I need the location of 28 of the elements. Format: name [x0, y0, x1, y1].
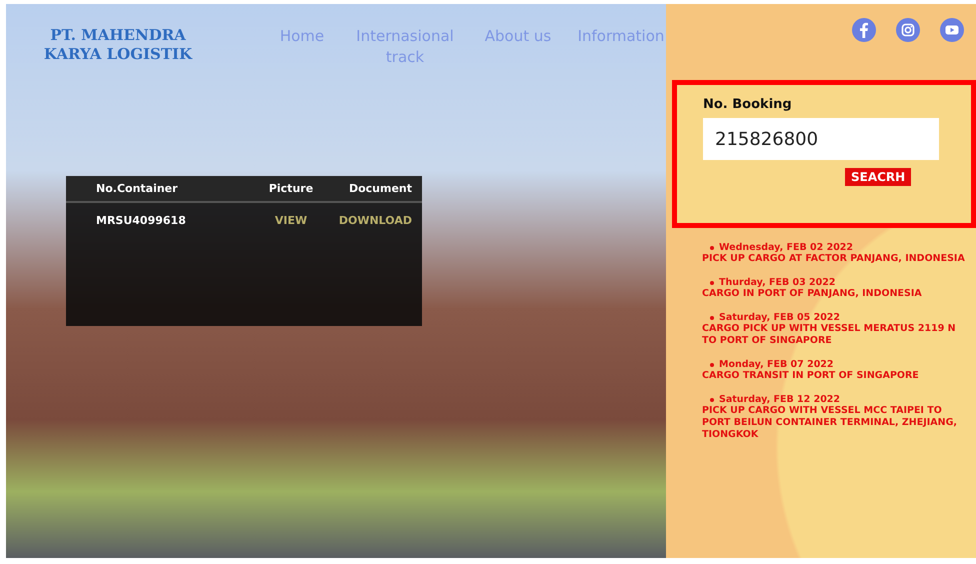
- event-date: Monday, FEB 07 2022: [719, 359, 834, 370]
- event-text: PICK UP CARGO AT FACTOR PANJANG, INDONESIA: [702, 253, 966, 265]
- event-text: CARGO TRANSIT IN PORT OF SINGAPORE: [702, 370, 920, 382]
- youtube-icon[interactable]: [940, 18, 964, 42]
- column-header: Document: [348, 182, 412, 195]
- event-text: PICK UP CARGO WITH VESSEL MCC TAIPEI TO PORT BEILUN CONTAINER TERMINAL, ZHEJIANG, TIONGKOK: [702, 405, 958, 441]
- download-link[interactable]: DOWNLOAD: [336, 214, 412, 226]
- event-date: Saturday, FEB 05 2022: [719, 312, 840, 323]
- column-header: Picture: [268, 182, 314, 195]
- booking-input[interactable]: 215826800: [703, 118, 939, 160]
- table-cell-text: MRSU4099618: [96, 214, 187, 226]
- bullet-icon: [710, 246, 714, 250]
- bullet-icon: [710, 398, 714, 402]
- company-logo-text: PT. MAHENDRA KARYA LOGISTIK: [42, 26, 194, 64]
- field-label: No. Booking: [703, 97, 793, 112]
- bullet-icon: [710, 280, 714, 284]
- event-text: CARGO PICK UP WITH VESSEL MERATUS 2119 N TO PORT OF SINGAPORE: [702, 323, 957, 347]
- column-header: No.Container: [96, 182, 179, 195]
- instagram-icon[interactable]: [896, 18, 920, 42]
- event-text: CARGO IN PORT OF PANJANG, INDONESIA: [702, 288, 923, 300]
- event-date: Wednesday, FEB 02 2022: [719, 242, 854, 253]
- bullet-icon: [710, 316, 714, 320]
- event-date: Saturday, FEB 12 2022: [719, 394, 840, 405]
- bullet-icon: [710, 362, 714, 366]
- search-button[interactable]: SEACRH: [845, 168, 912, 186]
- facebook-icon[interactable]: [852, 18, 876, 42]
- event-date: Thurday, FEB 03 2022: [719, 277, 836, 288]
- view-link[interactable]: VIEW: [246, 214, 336, 226]
